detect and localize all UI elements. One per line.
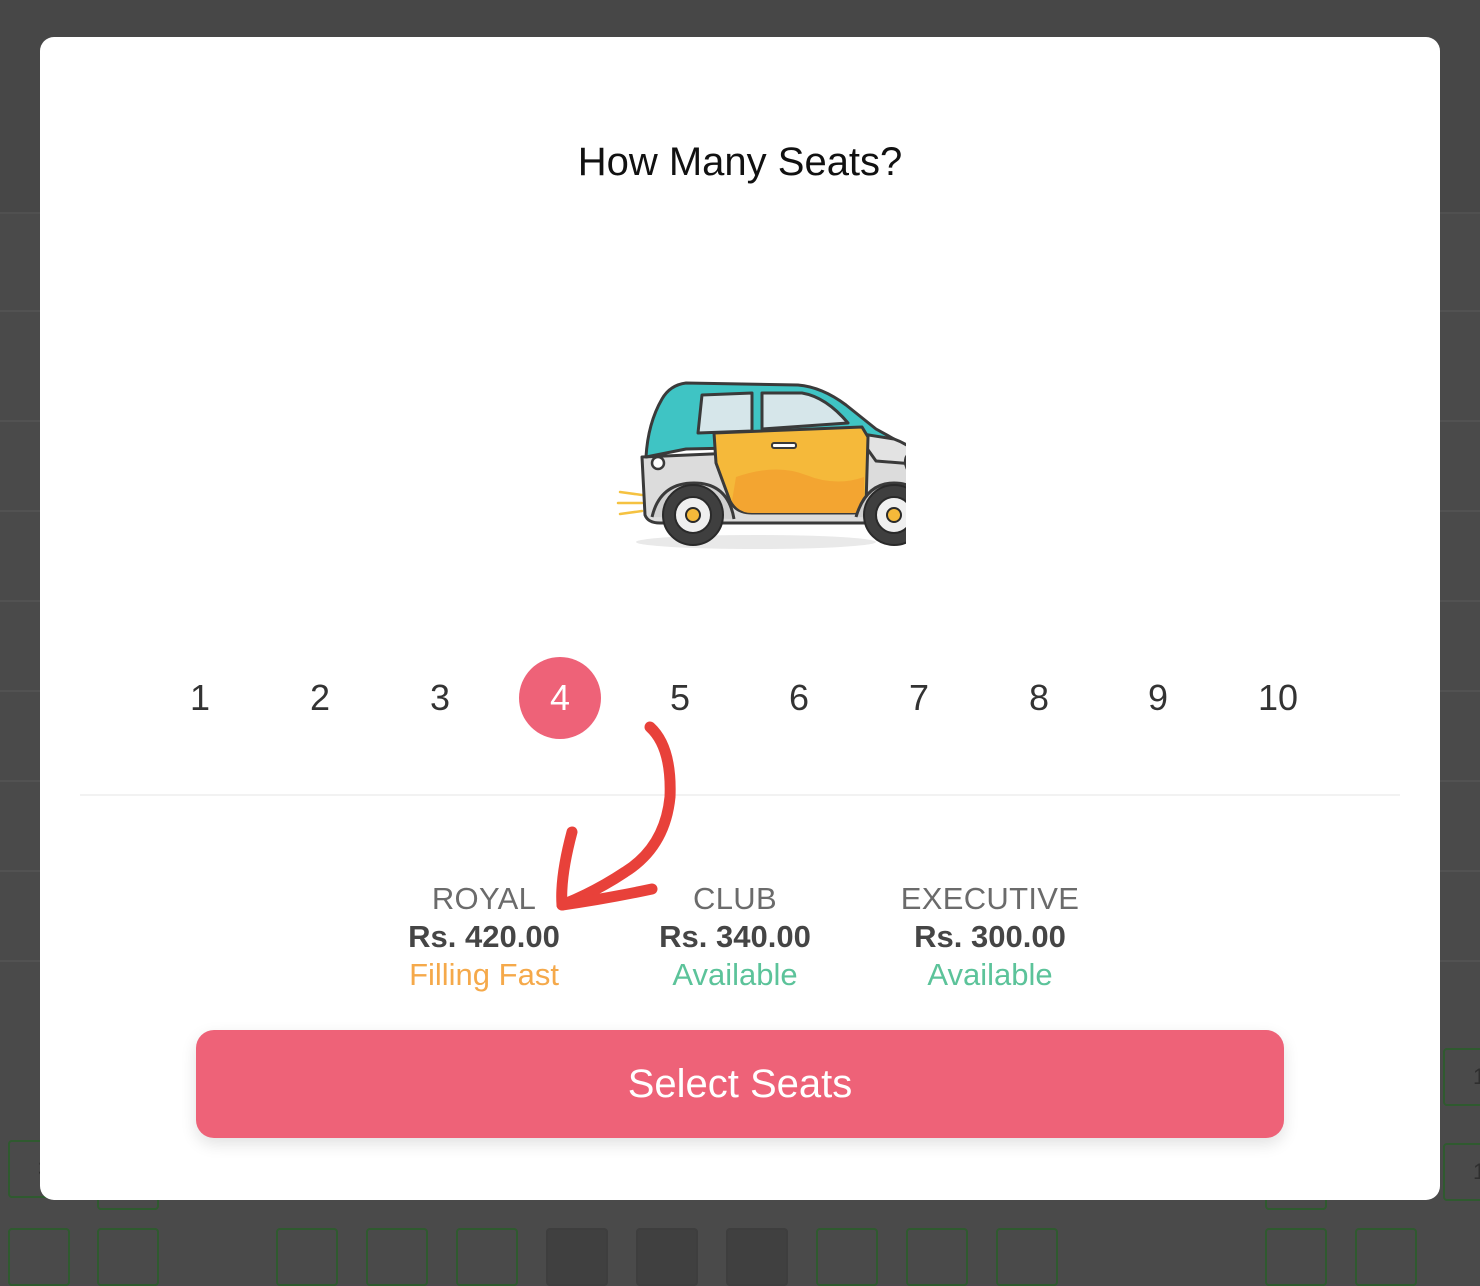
- seat-option-9[interactable]: 9: [1117, 657, 1199, 739]
- car-illustration-icon: [616, 381, 906, 549]
- background-seat: [546, 1228, 608, 1286]
- seat-option-6[interactable]: 6: [758, 657, 840, 739]
- seat-count-dialog: How Many Seats? 1 2 3 4 5 6 7 8 9 10 ROY…: [40, 37, 1440, 1200]
- tier-price: Rs. 300.00: [914, 919, 1066, 954]
- seat-option-4-selected[interactable]: 4: [519, 657, 601, 739]
- seat-option-5[interactable]: 5: [639, 657, 721, 739]
- background-seat: [366, 1228, 428, 1286]
- background-seat: [8, 1228, 70, 1286]
- section-divider: [80, 794, 1400, 796]
- seat-option-7[interactable]: 7: [878, 657, 960, 739]
- background-seat: [816, 1228, 878, 1286]
- background-seat: [97, 1228, 159, 1286]
- tier-status: Filling Fast: [409, 957, 559, 992]
- seat-option-3[interactable]: 3: [399, 657, 481, 739]
- tier-club: CLUB Rs. 340.00 Available: [605, 880, 865, 994]
- seat-option-1[interactable]: 1: [159, 657, 241, 739]
- seat-count-selector: 1 2 3 4 5 6 7 8 9 10: [40, 657, 1440, 739]
- tier-royal: ROYAL Rs. 420.00 Filling Fast: [354, 880, 614, 994]
- tier-executive: EXECUTIVE Rs. 300.00 Available: [860, 880, 1120, 994]
- background-seat: 10: [1443, 1048, 1480, 1106]
- tier-name: CLUB: [693, 881, 777, 916]
- tier-status: Available: [672, 957, 798, 992]
- background-seat: [276, 1228, 338, 1286]
- background-seat: [906, 1228, 968, 1286]
- seat-option-10[interactable]: 10: [1237, 657, 1319, 739]
- background-seat: [1265, 1228, 1327, 1286]
- seat-option-8[interactable]: 8: [998, 657, 1080, 739]
- background-seat: [1355, 1228, 1417, 1286]
- background-seat: [636, 1228, 698, 1286]
- tier-status: Available: [927, 957, 1053, 992]
- tier-price: Rs. 340.00: [659, 919, 811, 954]
- select-seats-button[interactable]: Select Seats: [196, 1030, 1284, 1138]
- annotation-arrow-icon: [556, 721, 676, 911]
- seat-option-2[interactable]: 2: [279, 657, 361, 739]
- tier-name: ROYAL: [431, 881, 537, 916]
- background-seat: [456, 1228, 518, 1286]
- tier-price: Rs. 420.00: [408, 919, 560, 954]
- dialog-title: How Many Seats?: [577, 140, 903, 184]
- tier-name: EXECUTIVE: [900, 881, 1080, 916]
- background-seat: [996, 1228, 1058, 1286]
- background-seat: 10: [1443, 1143, 1480, 1201]
- background-seat: [726, 1228, 788, 1286]
